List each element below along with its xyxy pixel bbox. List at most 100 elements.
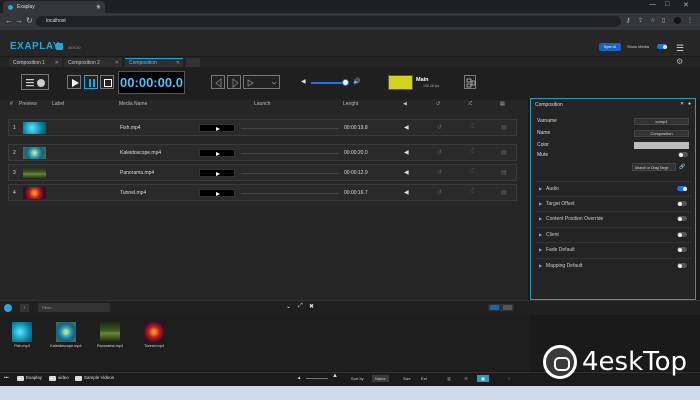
link-icon[interactable]: 🔗 bbox=[679, 164, 685, 170]
tab-composition-1[interactable]: Composition 1 ✕ bbox=[9, 58, 62, 67]
tab-composition[interactable]: Composition ✕ bbox=[125, 58, 183, 67]
collapse-chevron-icon[interactable]: ⌄ bbox=[286, 303, 291, 310]
section-toggle[interactable] bbox=[677, 247, 687, 252]
media-browser-play-icon[interactable] bbox=[4, 304, 12, 312]
name-field[interactable]: Composition bbox=[634, 130, 689, 137]
document-icon[interactable]: ▤ bbox=[501, 169, 507, 176]
back-button[interactable]: ‹ bbox=[20, 304, 29, 312]
breadcrumb-item[interactable]: video bbox=[58, 375, 69, 380]
reload-icon[interactable]: ↻ bbox=[26, 16, 33, 25]
add-composition-tab[interactable] bbox=[186, 58, 200, 67]
section-toggle[interactable] bbox=[677, 186, 687, 191]
next-cue-button[interactable] bbox=[227, 75, 241, 89]
section-content-position-override[interactable]: ▶ Content Position Override bbox=[535, 211, 691, 225]
more-icon[interactable]: ••• bbox=[4, 375, 9, 380]
shuffle-icon[interactable]: ⤮ bbox=[469, 169, 474, 176]
media-thumbnail[interactable] bbox=[56, 322, 76, 342]
sort-option-name[interactable]: Name bbox=[372, 375, 389, 382]
stop-button[interactable] bbox=[100, 75, 114, 89]
view-grid-button[interactable]: ▦ bbox=[477, 375, 489, 382]
cue-select[interactable] bbox=[243, 75, 280, 89]
filter-input[interactable]: Filter... bbox=[38, 303, 110, 312]
playlist-mode-button[interactable] bbox=[21, 74, 49, 90]
shuffle-icon[interactable]: ⤮ bbox=[469, 149, 474, 156]
new-tab-icon[interactable]: + bbox=[96, 2, 101, 11]
sync-ui-button[interactable]: Sync UI bbox=[599, 43, 621, 51]
tab-composition-2[interactable]: Composition 2 ✕ bbox=[64, 58, 122, 67]
previous-cue-button[interactable] bbox=[211, 75, 225, 89]
add-item-button[interactable]: + bbox=[503, 375, 515, 382]
launch-play-button[interactable] bbox=[199, 149, 235, 157]
volume-icon[interactable]: ◀ bbox=[404, 189, 409, 196]
launch-play-button[interactable] bbox=[199, 189, 235, 197]
launch-play-button[interactable] bbox=[199, 169, 235, 177]
thumbnail-size-slider[interactable] bbox=[306, 378, 328, 379]
browser-tab[interactable]: Exaplay ✕ bbox=[3, 1, 105, 13]
table-row[interactable]: 1 Fish.mp4 00:00:19.8 ◀ ↺ ⤮ ▤ bbox=[8, 119, 517, 136]
section-fade-default[interactable]: ▶ Fade Default bbox=[535, 242, 691, 256]
shuffle-icon[interactable]: ⤮ bbox=[469, 189, 474, 196]
section-audio[interactable]: ▶ Audio bbox=[535, 181, 691, 195]
url-field[interactable]: localhost bbox=[36, 16, 621, 27]
progress-track[interactable] bbox=[241, 173, 339, 174]
bookmark-star-icon[interactable]: ☆ bbox=[650, 17, 655, 24]
media-thumbnail[interactable] bbox=[144, 322, 164, 342]
breadcrumb-item[interactable]: Exaplay bbox=[26, 375, 42, 380]
table-row[interactable]: 4 Tunnel.mp4 00:00:16.7 ◀ ↺ ⤮ ▤ bbox=[8, 184, 517, 201]
section-toggle[interactable] bbox=[677, 232, 687, 237]
panel-settings-icon[interactable]: ● bbox=[688, 101, 691, 107]
play-button[interactable] bbox=[67, 75, 81, 89]
media-thumbnail[interactable] bbox=[100, 322, 120, 342]
profile-avatar[interactable] bbox=[674, 17, 681, 24]
section-toggle[interactable] bbox=[677, 263, 687, 268]
sort-option-ext[interactable]: Ext bbox=[418, 375, 430, 382]
panel-close-icon[interactable]: ✕ bbox=[680, 101, 684, 107]
key-icon[interactable]: ⚷ bbox=[626, 17, 630, 24]
document-icon[interactable]: ▤ bbox=[501, 149, 507, 156]
fullscreen-icon[interactable]: ✖ bbox=[309, 303, 314, 310]
loop-icon[interactable]: ↺ bbox=[437, 124, 442, 131]
document-icon[interactable]: ▤ bbox=[501, 124, 507, 131]
minimize-icon[interactable]: — bbox=[649, 1, 656, 8]
show-media-toggle[interactable] bbox=[657, 44, 667, 49]
volume-icon[interactable]: ◀ bbox=[404, 149, 409, 156]
varname-field[interactable]: comp1 bbox=[634, 118, 689, 125]
color-picker[interactable] bbox=[634, 142, 689, 149]
hamburger-menu-icon[interactable]: ☰ bbox=[676, 43, 684, 54]
table-row[interactable]: 3 Panorama.mp4 00:00:12.9 ◀ ↺ ⤮ ▤ bbox=[8, 164, 517, 181]
progress-track[interactable] bbox=[241, 128, 339, 129]
launch-play-button[interactable] bbox=[199, 124, 235, 132]
gear-icon[interactable]: ⚙ bbox=[676, 57, 683, 66]
maximize-icon[interactable]: □ bbox=[665, 1, 669, 8]
forward-icon[interactable]: → bbox=[15, 16, 23, 25]
sidebar-icon[interactable]: ▯ bbox=[662, 17, 665, 24]
section-toggle[interactable] bbox=[677, 216, 687, 221]
share-icon[interactable]: ⇪ bbox=[638, 17, 643, 24]
expand-icon[interactable]: ⤢ bbox=[298, 303, 303, 310]
window-close-icon[interactable]: ✕ bbox=[683, 1, 689, 9]
volume-icon[interactable]: ◀ bbox=[404, 124, 409, 131]
section-target-offset[interactable]: ▶ Target Offset bbox=[535, 196, 691, 210]
progress-track[interactable] bbox=[241, 193, 339, 194]
breadcrumb-item[interactable]: Sample Videos bbox=[84, 375, 114, 380]
pause-button[interactable] bbox=[84, 75, 98, 89]
loop-icon[interactable]: ↺ bbox=[437, 189, 442, 196]
view-mode-toggle[interactable] bbox=[488, 304, 514, 311]
media-thumbnail[interactable] bbox=[12, 322, 32, 342]
back-icon[interactable]: ← bbox=[5, 16, 13, 25]
section-client[interactable]: ▶ Client bbox=[535, 227, 691, 241]
progress-track[interactable] bbox=[241, 153, 339, 154]
sort-option-size[interactable]: Size bbox=[400, 375, 414, 382]
volume-icon[interactable]: ◀ bbox=[404, 169, 409, 176]
table-row[interactable]: 2 Kaleidoscope.mp4 00:00:20.0 ◀ ↺ ⤮ ▤ bbox=[8, 144, 517, 161]
target-search-input[interactable]: Search or Drag Targe bbox=[632, 163, 676, 171]
shuffle-icon[interactable]: ⤮ bbox=[469, 124, 474, 131]
view-list-button[interactable]: ▥ bbox=[443, 375, 455, 382]
output-color-swatch[interactable] bbox=[388, 75, 413, 90]
view-details-button[interactable]: ☰ bbox=[460, 375, 472, 382]
output-config-button[interactable] bbox=[464, 75, 476, 89]
section-mapping-default[interactable]: ▶ Mapping Default bbox=[535, 258, 691, 272]
loop-icon[interactable]: ↺ bbox=[437, 169, 442, 176]
browser-menu-icon[interactable]: ⋮ bbox=[687, 17, 693, 24]
section-toggle[interactable] bbox=[677, 201, 687, 206]
